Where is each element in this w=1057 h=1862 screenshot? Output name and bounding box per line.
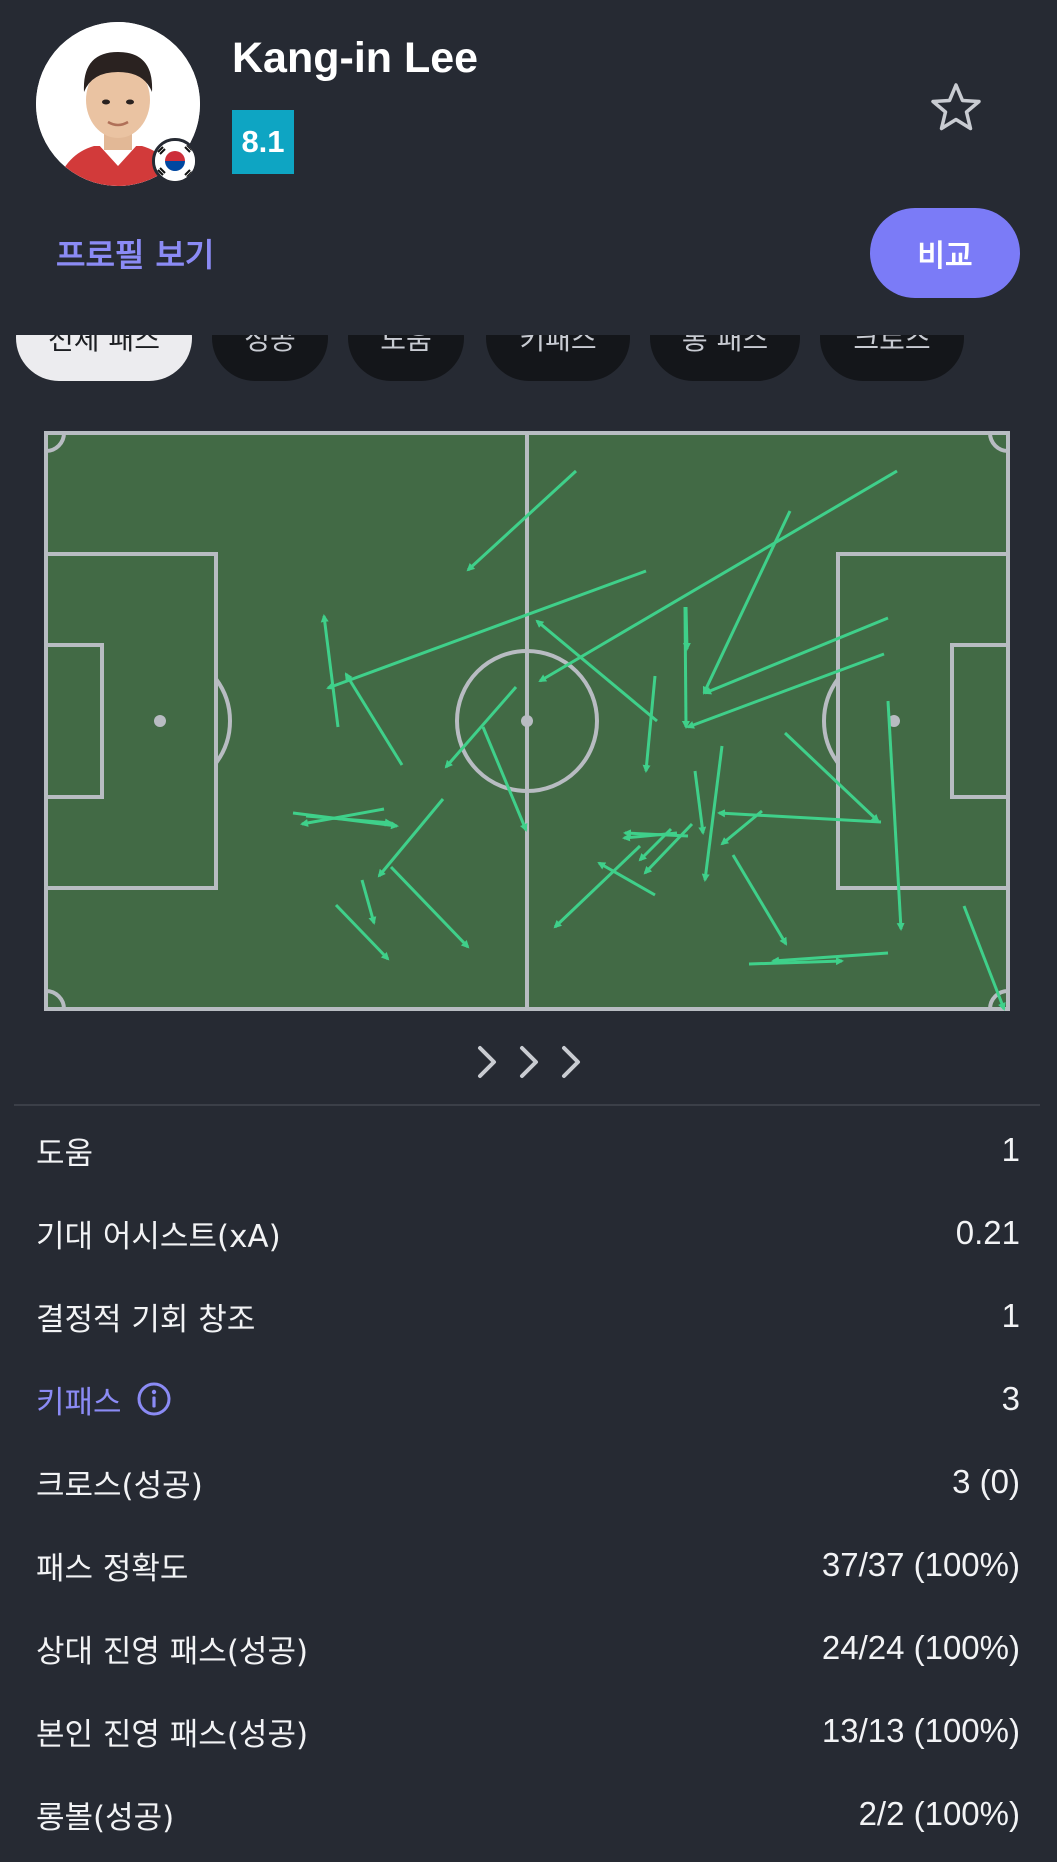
pass-map-pitch — [44, 431, 1010, 1011]
stat-row-crosses: 크로스(성공) 3 (0) — [36, 1452, 1020, 1512]
stat-value: 1 — [1001, 1297, 1020, 1334]
pass-filter-tabs: 전체 패스 성공 도움 키패스 롱 패스 크로스 — [0, 335, 1057, 381]
stat-label-key-passes[interactable]: 키패스 — [36, 1377, 172, 1422]
stat-value: 24/24 (100%) — [821, 1629, 1020, 1666]
section-divider — [14, 1104, 1040, 1106]
star-outline-icon[interactable] — [928, 80, 984, 136]
stat-value: 0.21 — [955, 1214, 1020, 1251]
tab-assists[interactable]: 도움 — [348, 335, 464, 381]
stat-row-own-half-passes: 본인 진영 패스(성공) 13/13 (100%) — [36, 1701, 1020, 1761]
tab-key-passes[interactable]: 키패스 — [486, 335, 630, 381]
stat-value: 13/13 (100%) — [821, 1712, 1020, 1749]
stat-label: 패스 정확도 — [36, 1550, 189, 1587]
player-rating-badge: 8.1 — [232, 110, 294, 174]
stat-value: 1 — [1001, 1131, 1020, 1168]
stat-label: 상대 진영 패스(성공) — [36, 1633, 309, 1670]
compare-button[interactable]: 비교 — [870, 208, 1020, 298]
triple-chevron-right-icon[interactable] — [470, 1042, 588, 1082]
pass-map — [44, 431, 1010, 1011]
stat-label: 본인 진영 패스(성공) — [36, 1716, 309, 1753]
view-profile-link[interactable]: 프로필 보기 — [56, 230, 214, 276]
tab-crosses[interactable]: 크로스 — [820, 335, 964, 381]
stat-row-expected-assists: 기대 어시스트(xA) 0.21 — [36, 1203, 1020, 1263]
tab-successful[interactable]: 성공 — [212, 335, 328, 381]
stat-row-big-chances-created: 결정적 기회 창조 1 — [36, 1286, 1020, 1346]
stat-label: 도움 — [36, 1135, 94, 1172]
stat-row-key-passes[interactable]: 키패스 3 — [36, 1369, 1020, 1429]
info-icon[interactable] — [136, 1381, 172, 1417]
stat-row-opponent-half-passes: 상대 진영 패스(성공) 24/24 (100%) — [36, 1618, 1020, 1678]
stat-label: 결정적 기회 창조 — [36, 1301, 256, 1338]
stat-value: 2/2 (100%) — [858, 1795, 1020, 1832]
stat-row-long-balls: 롱볼(성공) 2/2 (100%) — [36, 1784, 1020, 1844]
stat-label: 기대 어시스트(xA) — [36, 1218, 281, 1255]
stat-row-pass-accuracy: 패스 정확도 37/37 (100%) — [36, 1535, 1020, 1595]
pass-arrow — [682, 606, 691, 651]
player-name: Kang-in Lee — [232, 34, 479, 82]
player-header: Kang-in Lee 8.1 프로필 보기 비교 — [0, 0, 1057, 335]
stat-value: 3 — [1001, 1380, 1020, 1417]
stat-value: 3 (0) — [952, 1463, 1020, 1500]
stat-label: 크로스(성공) — [36, 1467, 203, 1504]
stat-label-text: 키패스 — [36, 1384, 122, 1421]
south-korea-flag-icon — [152, 138, 198, 184]
stat-label: 롱볼(성공) — [36, 1799, 175, 1836]
tab-long-passes[interactable]: 롱 패스 — [650, 335, 800, 381]
stat-row-assists: 도움 1 — [36, 1120, 1020, 1180]
stat-value: 37/37 (100%) — [821, 1546, 1020, 1583]
tab-all-passes[interactable]: 전체 패스 — [16, 335, 192, 381]
